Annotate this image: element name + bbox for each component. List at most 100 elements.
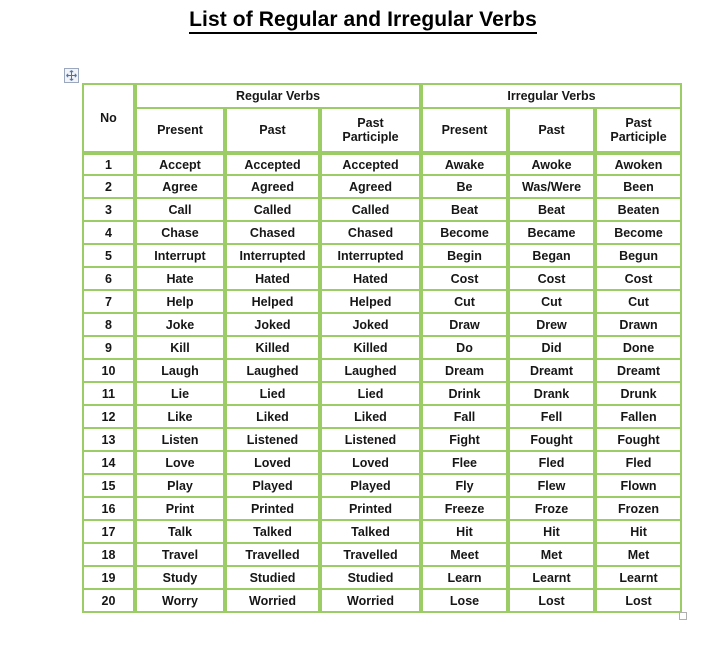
column-header-regular-past-participle: Past Participle [320, 109, 422, 153]
table-row: 20 Worry Worried Worried Lose Lost Lost [82, 590, 683, 613]
cell-regular-present: Accept [135, 153, 225, 176]
cell-irregular-past: Flew [508, 475, 596, 498]
cell-no: 11 [82, 383, 135, 406]
table-row: 15 Play Played Played Fly Flew Flown [82, 475, 683, 498]
cell-no: 3 [82, 199, 135, 222]
cell-irregular-past: Met [508, 544, 596, 567]
cell-no: 14 [82, 452, 135, 475]
cell-irregular-past-participle: Cut [595, 291, 683, 314]
cell-irregular-present: Flee [421, 452, 509, 475]
cell-regular-present: Help [135, 291, 225, 314]
table-row: 18 Travel Travelled Travelled Meet Met Met [82, 544, 683, 567]
table-row: 2 Agree Agreed Agreed Be Was/Were Been [82, 176, 683, 199]
cell-irregular-past: Lost [508, 590, 596, 613]
table-row: 14 Love Loved Loved Flee Fled Fled [82, 452, 683, 475]
cell-irregular-past-participle: Drunk [595, 383, 683, 406]
cell-regular-past-participle: Helped [320, 291, 422, 314]
cell-regular-past: Travelled [225, 544, 320, 567]
cell-regular-past-participle: Interrupted [320, 245, 422, 268]
cell-no: 9 [82, 337, 135, 360]
cell-regular-past-participle: Killed [320, 337, 422, 360]
cell-irregular-past-participle: Learnt [595, 567, 683, 590]
cell-no: 15 [82, 475, 135, 498]
cell-regular-past-participle: Listened [320, 429, 422, 452]
cell-irregular-past: Froze [508, 498, 596, 521]
cell-irregular-past: Became [508, 222, 596, 245]
cell-regular-present: Worry [135, 590, 225, 613]
cell-regular-past: Chased [225, 222, 320, 245]
cell-irregular-past: Drew [508, 314, 596, 337]
sub-header-line1: Present [157, 123, 203, 137]
cell-irregular-past: Drank [508, 383, 596, 406]
cell-irregular-present: Become [421, 222, 509, 245]
cell-regular-past-participle: Loved [320, 452, 422, 475]
cell-no: 12 [82, 406, 135, 429]
cell-regular-present: Lie [135, 383, 225, 406]
cell-irregular-past: Cut [508, 291, 596, 314]
cell-irregular-present: Drink [421, 383, 509, 406]
cell-regular-past-participle: Talked [320, 521, 422, 544]
cell-regular-past: Interrupted [225, 245, 320, 268]
cell-no: 17 [82, 521, 135, 544]
cell-no: 19 [82, 567, 135, 590]
cell-irregular-past: Hit [508, 521, 596, 544]
cell-regular-present: Interrupt [135, 245, 225, 268]
cell-regular-past: Played [225, 475, 320, 498]
cell-no: 6 [82, 268, 135, 291]
cell-irregular-past: Dreamt [508, 360, 596, 383]
group-header-irregular-verbs: Irregular Verbs [421, 83, 683, 109]
cell-regular-past-participle: Lied [320, 383, 422, 406]
cell-regular-present: Call [135, 199, 225, 222]
cell-regular-past: Liked [225, 406, 320, 429]
sub-header-line2: Participle [610, 130, 667, 144]
cell-regular-present: Travel [135, 544, 225, 567]
cell-irregular-past-participle: Drawn [595, 314, 683, 337]
table-row: 4 Chase Chased Chased Become Became Become [82, 222, 683, 245]
sub-header-row: Present Past Past Participle Present Past… [82, 109, 683, 153]
cell-irregular-past-participle: Flown [595, 475, 683, 498]
cell-irregular-past-participle: Become [595, 222, 683, 245]
cell-regular-past: Helped [225, 291, 320, 314]
cell-irregular-present: Meet [421, 544, 509, 567]
cell-no: 1 [82, 153, 135, 176]
cell-irregular-present: Cut [421, 291, 509, 314]
cell-regular-present: Love [135, 452, 225, 475]
column-header-no: No [82, 83, 135, 153]
cell-irregular-past: Learnt [508, 567, 596, 590]
cell-no: 5 [82, 245, 135, 268]
table-row: 16 Print Printed Printed Freeze Froze Frozen [82, 498, 683, 521]
cell-regular-past-participle: Hated [320, 268, 422, 291]
cell-irregular-past-participle: Dreamt [595, 360, 683, 383]
cell-irregular-present: Draw [421, 314, 509, 337]
cell-irregular-past-participle: Fought [595, 429, 683, 452]
group-header-regular-verbs: Regular Verbs [135, 83, 422, 109]
cell-regular-past: Listened [225, 429, 320, 452]
cell-regular-present: Print [135, 498, 225, 521]
cell-regular-present: Laugh [135, 360, 225, 383]
sub-header-line1: Past [625, 116, 652, 130]
sub-header-line1: Past [538, 123, 565, 137]
cell-regular-past: Studied [225, 567, 320, 590]
cell-no: 10 [82, 360, 135, 383]
cell-irregular-present: Learn [421, 567, 509, 590]
cell-regular-past: Worried [225, 590, 320, 613]
table-resize-handle-icon[interactable] [679, 612, 687, 620]
cell-irregular-past-participle: Hit [595, 521, 683, 544]
table-row: 12 Like Liked Liked Fall Fell Fallen [82, 406, 683, 429]
cell-regular-past-participle: Chased [320, 222, 422, 245]
cell-irregular-present: Lose [421, 590, 509, 613]
cell-irregular-present: Awake [421, 153, 509, 176]
cell-irregular-past-participle: Done [595, 337, 683, 360]
sub-header-line1: Past [259, 123, 286, 137]
cell-regular-present: Kill [135, 337, 225, 360]
cell-irregular-present: Hit [421, 521, 509, 544]
table-move-handle-icon[interactable] [64, 68, 79, 83]
cell-regular-past: Called [225, 199, 320, 222]
table-row: 19 Study Studied Studied Learn Learnt Learnt [82, 567, 683, 590]
cell-no: 8 [82, 314, 135, 337]
cell-no: 7 [82, 291, 135, 314]
cell-regular-present: Agree [135, 176, 225, 199]
cell-regular-present: Listen [135, 429, 225, 452]
table-row: 11 Lie Lied Lied Drink Drank Drunk [82, 383, 683, 406]
cell-regular-past: Talked [225, 521, 320, 544]
